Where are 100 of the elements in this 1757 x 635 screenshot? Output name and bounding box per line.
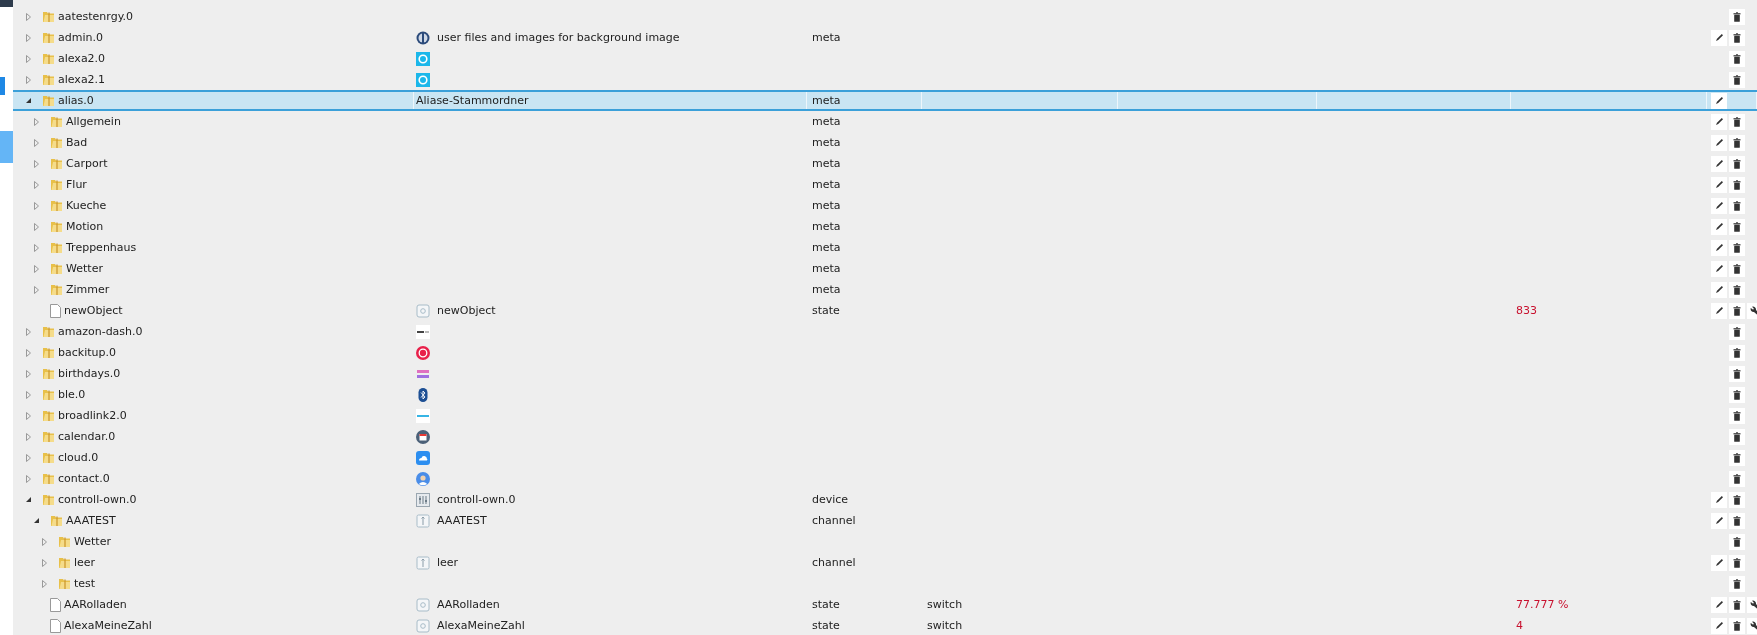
- delete-button[interactable]: [1729, 428, 1745, 445]
- tree-row[interactable]: test: [13, 573, 1757, 594]
- folder-icon: [50, 199, 63, 212]
- object-title: Aliase-Stammordner: [416, 94, 529, 107]
- delete-button[interactable]: [1729, 218, 1745, 235]
- delete-button[interactable]: [1729, 50, 1745, 67]
- expanded-caret-icon[interactable]: [26, 98, 31, 103]
- tree-row[interactable]: newObject newObject state 833: [13, 300, 1757, 321]
- edit-button[interactable]: [1711, 512, 1727, 529]
- trash-icon: [1733, 431, 1741, 442]
- trash-icon: [1733, 557, 1741, 568]
- delete-button[interactable]: [1729, 29, 1745, 46]
- backup-icon: [416, 345, 430, 360]
- edit-button[interactable]: [1711, 197, 1727, 214]
- tree-row[interactable]: leer leer channel: [13, 552, 1757, 573]
- tree-row[interactable]: controll-own.0 controll-own.0 device: [13, 489, 1757, 510]
- tree-row[interactable]: admin.0 user files and images for background image meta: [13, 27, 1757, 48]
- edit-button[interactable]: [1711, 281, 1727, 298]
- bluetooth-icon: [416, 387, 430, 402]
- object-type: meta: [812, 178, 841, 191]
- edit-button[interactable]: [1711, 260, 1727, 277]
- tree-row[interactable]: Bad meta: [13, 132, 1757, 153]
- expanded-caret-icon[interactable]: [34, 518, 39, 523]
- delete-button[interactable]: [1729, 134, 1745, 151]
- delete-button[interactable]: [1729, 260, 1745, 277]
- edit-button[interactable]: [1711, 302, 1727, 319]
- delete-button[interactable]: [1729, 386, 1745, 403]
- delete-button[interactable]: [1729, 71, 1745, 88]
- delete-button[interactable]: [1729, 554, 1745, 571]
- delete-button[interactable]: [1729, 302, 1745, 319]
- delete-button[interactable]: [1729, 596, 1745, 613]
- edit-button[interactable]: [1711, 155, 1727, 172]
- folder-icon: [42, 73, 55, 86]
- delete-button[interactable]: [1729, 533, 1745, 550]
- delete-button[interactable]: [1729, 155, 1745, 172]
- pencil-icon: [1714, 117, 1724, 126]
- expanded-caret-icon[interactable]: [26, 497, 31, 502]
- tree-row[interactable]: Allgemein meta: [13, 111, 1757, 132]
- edit-button[interactable]: [1711, 239, 1727, 256]
- edit-button[interactable]: [1711, 113, 1727, 130]
- tree-row[interactable]: Kueche meta: [13, 195, 1757, 216]
- object-title: AARolladen: [437, 598, 500, 611]
- tree-row[interactable]: backitup.0: [13, 342, 1757, 363]
- tree-row[interactable]: Flur meta: [13, 174, 1757, 195]
- edit-button[interactable]: [1711, 29, 1727, 46]
- tree-row[interactable]: aatestenrgy.0: [13, 6, 1757, 27]
- tree-row[interactable]: Wetter meta: [13, 258, 1757, 279]
- delete-button[interactable]: [1729, 281, 1745, 298]
- tree-row[interactable]: ble.0: [13, 384, 1757, 405]
- delete-button[interactable]: [1729, 239, 1745, 256]
- tree-row[interactable]: Treppenhaus meta: [13, 237, 1757, 258]
- delete-button[interactable]: [1729, 344, 1745, 361]
- edit-button[interactable]: [1711, 134, 1727, 151]
- sidebar-header: [0, 0, 13, 7]
- edit-button[interactable]: [1711, 554, 1727, 571]
- delete-button[interactable]: [1729, 176, 1745, 193]
- delete-button[interactable]: [1729, 407, 1745, 424]
- pencil-icon: [1714, 96, 1724, 105]
- tree-row[interactable]: AAATEST AAATEST channel: [13, 510, 1757, 531]
- tree-row[interactable]: calendar.0: [13, 426, 1757, 447]
- tree-row[interactable]: contact.0: [13, 468, 1757, 489]
- edit-button[interactable]: [1711, 92, 1727, 109]
- tree-row[interactable]: AlexaMeineZahl AlexaMeineZahl state switch 4: [13, 615, 1757, 635]
- tree-row[interactable]: Zimmer meta: [13, 279, 1757, 300]
- tree-row[interactable]: cloud.0: [13, 447, 1757, 468]
- delete-button[interactable]: [1729, 470, 1745, 487]
- edit-button[interactable]: [1711, 176, 1727, 193]
- delete-button[interactable]: [1729, 197, 1745, 214]
- edit-button[interactable]: [1711, 218, 1727, 235]
- delete-button[interactable]: [1729, 8, 1745, 25]
- tree-row[interactable]: Motion meta: [13, 216, 1757, 237]
- object-name: Treppenhaus: [66, 241, 137, 254]
- tree-row[interactable]: birthdays.0: [13, 363, 1757, 384]
- tree-row[interactable]: broadlink2.0: [13, 405, 1757, 426]
- edit-button[interactable]: [1711, 491, 1727, 508]
- object-type: meta: [812, 283, 841, 296]
- object-value: 833: [1516, 304, 1537, 317]
- tree-row[interactable]: Carport meta: [13, 153, 1757, 174]
- tree-row[interactable]: amazon-dash.0: [13, 321, 1757, 342]
- delete-button[interactable]: [1729, 323, 1745, 340]
- tree-row[interactable]: alexa2.1: [13, 69, 1757, 90]
- trash-icon: [1733, 410, 1741, 421]
- tree-row[interactable]: alias.0 Aliase-Stammordner meta: [13, 90, 1757, 111]
- delete-button[interactable]: [1729, 113, 1745, 130]
- delete-button[interactable]: [1729, 491, 1745, 508]
- tree-row[interactable]: alexa2.0: [13, 48, 1757, 69]
- delete-button[interactable]: [1729, 365, 1745, 382]
- channel-icon: [416, 555, 430, 570]
- tree-row[interactable]: Wetter: [13, 531, 1757, 552]
- object-name: broadlink2.0: [58, 409, 127, 422]
- trash-icon: [1733, 116, 1741, 127]
- folder-icon: [50, 514, 63, 527]
- delete-button[interactable]: [1729, 617, 1745, 634]
- edit-button[interactable]: [1711, 617, 1727, 634]
- delete-button[interactable]: [1729, 449, 1745, 466]
- delete-button[interactable]: [1729, 512, 1745, 529]
- delete-button[interactable]: [1729, 575, 1745, 592]
- object-name: newObject: [64, 304, 123, 317]
- edit-button[interactable]: [1711, 596, 1727, 613]
- tree-row[interactable]: AARolladen AARolladen state switch 77.777 %: [13, 594, 1757, 615]
